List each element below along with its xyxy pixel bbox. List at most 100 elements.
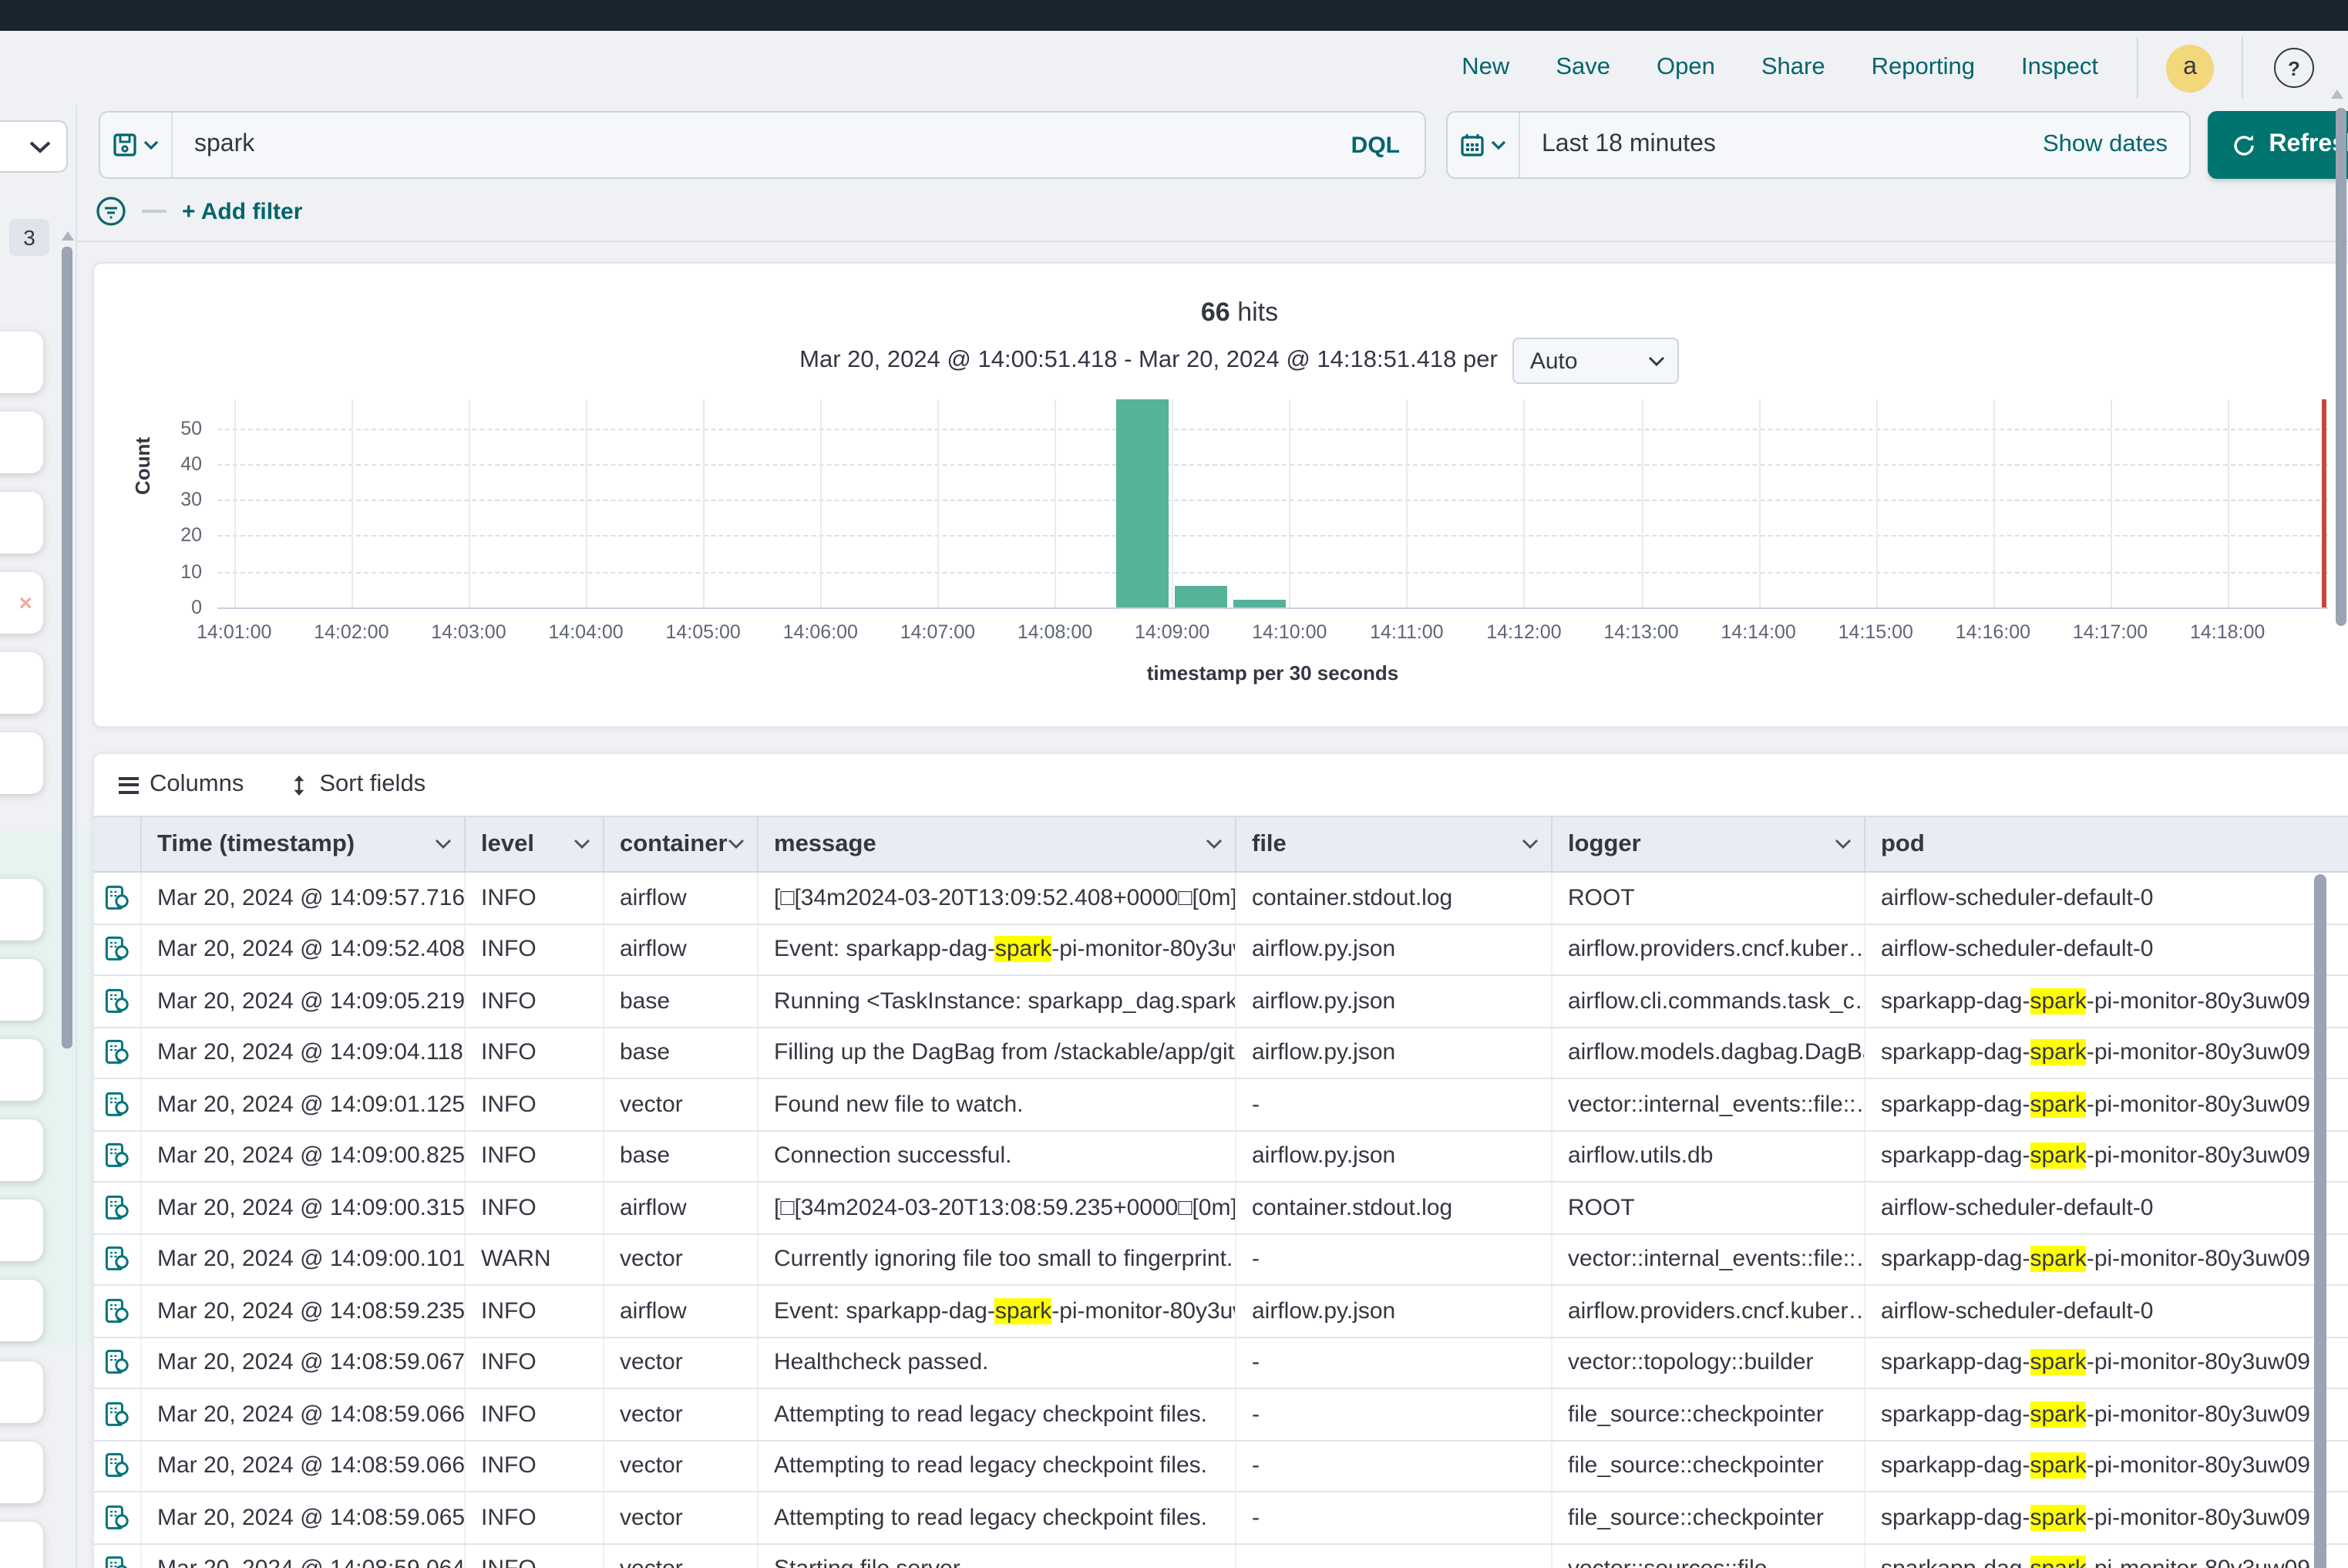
gridline <box>586 399 587 607</box>
cell-logger: vector::topology::builder <box>1551 1338 1864 1388</box>
current-time-marker <box>2322 399 2326 607</box>
expand-row-button[interactable] <box>94 1234 140 1284</box>
field-pill[interactable] <box>0 652 43 714</box>
cell-logger: airflow.cli.commands.task_c… <box>1551 976 1864 1026</box>
x-axis-title: timestamp per 30 seconds <box>217 661 2328 685</box>
cell-logger: ROOT <box>1551 873 1864 923</box>
x-axis-tick-label: 14:08:00 <box>1018 621 1092 643</box>
nav-link-reporting[interactable]: Reporting <box>1872 54 1975 82</box>
cell-file: - <box>1235 1338 1551 1388</box>
expand-row-button[interactable] <box>94 873 140 923</box>
field-pill[interactable] <box>0 1200 43 1261</box>
field-pill[interactable] <box>0 1522 43 1568</box>
add-filter-button[interactable]: + Add filter <box>182 198 302 224</box>
time-range-subtitle: Mar 20, 2024 @ 14:00:51.418 - Mar 20, 20… <box>799 347 1498 375</box>
expand-row-button[interactable] <box>94 924 140 974</box>
collapse-sidebar-button[interactable] <box>0 120 68 173</box>
x-axis-tick-label: 14:09:00 <box>1135 621 1209 643</box>
expand-row-button[interactable] <box>94 1338 140 1388</box>
field-pill[interactable] <box>0 331 43 393</box>
column-header-time-timestamp-[interactable]: Time (timestamp) <box>140 817 464 871</box>
nav-link-inspect[interactable]: Inspect <box>2021 54 2098 82</box>
sort-fields-button[interactable]: Sort fields <box>290 771 426 799</box>
interval-select[interactable]: Auto <box>1513 338 1680 384</box>
column-header-pod[interactable]: pod <box>1864 817 2348 871</box>
remove-field-icon[interactable]: × <box>19 590 32 616</box>
expand-row-button[interactable] <box>94 1183 140 1233</box>
field-pill[interactable] <box>0 1361 43 1423</box>
field-pill[interactable] <box>0 412 43 473</box>
table-row: Mar 20, 2024 @ 14:09:57.716INFOairflow[□… <box>94 873 2348 924</box>
expand-row-button[interactable] <box>94 1079 140 1129</box>
gridline <box>1524 399 1526 607</box>
nav-link-save[interactable]: Save <box>1556 54 1610 82</box>
cell-file: - <box>1235 1544 1551 1568</box>
field-pill[interactable] <box>0 1039 43 1101</box>
field-pill[interactable] <box>0 492 43 554</box>
column-header-file[interactable]: file <box>1235 817 1551 871</box>
avatar[interactable]: a <box>2166 44 2214 92</box>
field-pill[interactable] <box>0 1119 43 1181</box>
expand-row-button[interactable] <box>94 1028 140 1078</box>
expand-row-button[interactable] <box>94 1441 140 1491</box>
field-pill[interactable] <box>0 732 43 794</box>
cell-message: [□[34m2024-03-20T13:09:52.408+0000□[0m] … <box>757 873 1235 923</box>
quick-select-menu-button[interactable] <box>1448 113 1520 177</box>
search-input[interactable]: spark <box>173 131 1351 159</box>
expand-row-button[interactable] <box>94 1286 140 1336</box>
help-icon[interactable]: ? <box>2274 48 2314 88</box>
query-language-button[interactable]: DQL <box>1351 132 1425 158</box>
cell-file: container.stdout.log <box>1235 873 1551 923</box>
x-axis-tick-label: 14:17:00 <box>2073 621 2148 643</box>
gridline <box>1172 399 1174 607</box>
histogram-bar[interactable] <box>1176 586 1228 607</box>
column-header-message[interactable]: message <box>757 817 1235 871</box>
column-header-container[interactable]: container <box>603 817 757 871</box>
histogram-bar[interactable] <box>1234 601 1287 607</box>
field-pill[interactable] <box>0 959 43 1021</box>
expand-row-button[interactable] <box>94 1492 140 1543</box>
expand-document-icon <box>104 1195 130 1221</box>
expand-document-icon <box>104 988 130 1014</box>
refresh-button[interactable]: Refresh <box>2208 111 2348 179</box>
table-scrollbar[interactable] <box>2314 874 2326 1568</box>
cell-level: INFO <box>464 1131 603 1181</box>
sidebar-scrollbar[interactable] <box>62 247 72 1048</box>
nav-link-new[interactable]: New <box>1462 54 1509 82</box>
field-pill[interactable] <box>0 879 43 940</box>
nav-link-open[interactable]: Open <box>1657 54 1715 82</box>
histogram-bar[interactable] <box>1117 399 1169 607</box>
expand-row-button[interactable] <box>94 976 140 1026</box>
cell-time: Mar 20, 2024 @ 14:08:59.065 <box>140 1492 464 1543</box>
cell-message: Filling up the DagBag from /stackable/ap… <box>757 1028 1235 1078</box>
columns-button[interactable]: Columns <box>119 771 244 799</box>
time-range-value[interactable]: Last 18 minutes <box>1520 131 2043 159</box>
expand-document-icon <box>104 1453 130 1479</box>
saved-query-menu-button[interactable] <box>100 113 173 177</box>
x-axis-tick-label: 14:05:00 <box>666 621 741 643</box>
column-header-level[interactable]: level <box>464 817 603 871</box>
browser-top-bar <box>0 0 2348 31</box>
table-toolbar: Columns Sort fields <box>94 754 2348 817</box>
expand-row-button[interactable] <box>94 1131 140 1181</box>
expand-row-button[interactable] <box>94 1544 140 1568</box>
x-axis-tick-label: 14:06:00 <box>783 621 858 643</box>
histogram-chart[interactable]: 0102030405014:01:0014:02:0014:03:0014:04… <box>217 399 2328 609</box>
x-axis-tick-label: 14:11:00 <box>1370 621 1443 643</box>
expand-document-icon <box>104 937 130 963</box>
filter-icon[interactable] <box>96 196 126 227</box>
show-dates-button[interactable]: Show dates <box>2043 131 2189 159</box>
cell-container: vector <box>603 1492 757 1543</box>
page-scrollbar[interactable] <box>2336 108 2346 626</box>
column-header-logger[interactable]: logger <box>1551 817 1864 871</box>
sidebar-scroll-up-arrow[interactable] <box>62 231 74 241</box>
field-pill[interactable] <box>0 1442 43 1503</box>
nav-link-share[interactable]: Share <box>1761 54 1825 82</box>
field-pill[interactable]: × <box>0 572 43 634</box>
field-pill[interactable] <box>0 1280 43 1341</box>
page-scroll-up-arrow[interactable] <box>2331 89 2343 99</box>
histogram-panel: 66 hits Mar 20, 2024 @ 14:00:51.418 - Ma… <box>93 262 2348 728</box>
expand-row-button[interactable] <box>94 1389 140 1439</box>
gridline <box>937 399 939 607</box>
x-axis-tick-label: 14:18:00 <box>2190 621 2265 643</box>
